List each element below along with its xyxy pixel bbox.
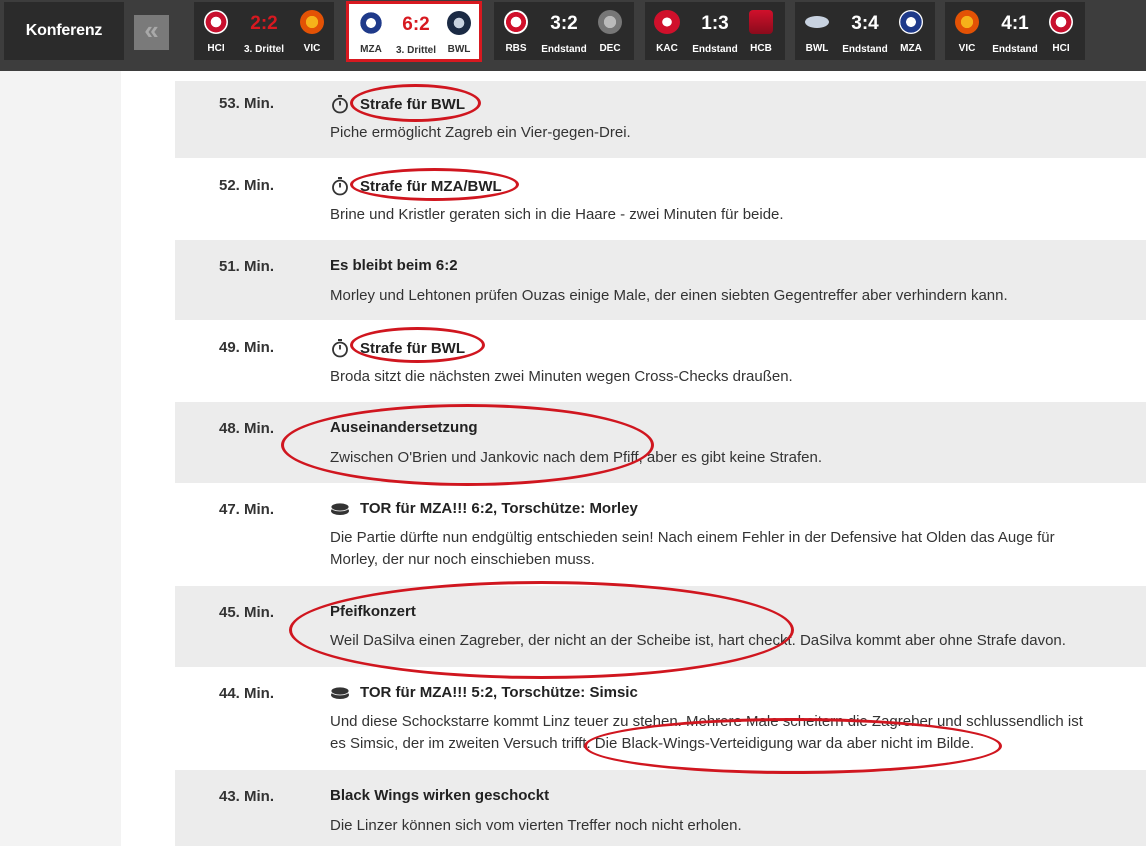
entry-headline-row: Black Wings wirken geschockt xyxy=(330,787,549,804)
entry-headline: Es bleibt beim 6:2 xyxy=(330,257,458,274)
game-status: Endstand xyxy=(992,44,1038,55)
puck-icon xyxy=(330,686,350,700)
entry-headline: Pfeifkonzert xyxy=(330,603,416,620)
ticker-entry: 44. Min. TOR für MZA!!! 5:2, Torschütze:… xyxy=(175,667,1146,770)
team-logo-icon xyxy=(204,10,228,34)
game-status: Endstand xyxy=(692,44,738,55)
entry-headline: Black Wings wirken geschockt xyxy=(330,787,550,804)
game-tile-5[interactable]: 4:1 VIC Endstand HCI xyxy=(945,2,1085,60)
game-tile-4[interactable]: 3:4 BWL Endstand MZA xyxy=(795,2,935,60)
konferenz-button[interactable]: Konferenz xyxy=(4,2,124,60)
ticker-entry: 43. Min. Black Wings wirken geschockt Di… xyxy=(175,770,1146,846)
entry-headline-row: Strafe für BWL xyxy=(330,94,465,114)
entry-text: Die Partie dürfte nun endgültig entschie… xyxy=(330,529,1055,568)
prev-arrow-button[interactable]: « xyxy=(134,15,169,50)
team-logo-icon xyxy=(749,10,773,34)
entry-minute: 45. Min. xyxy=(219,604,275,621)
game-tile-1-active[interactable]: 6:2 MZA 3. Drittel BWL xyxy=(346,1,482,62)
entry-text: Zwischen O'Brien und Jankovic nach dem P… xyxy=(330,449,823,466)
entry-minute: 44. Min. xyxy=(219,685,275,702)
team-logo-icon xyxy=(1049,10,1073,34)
game-score: 1:3 xyxy=(701,13,729,34)
liveticker-feed: 53. Min. Strafe für BWL Piche ermöglicht… xyxy=(121,71,1146,846)
entry-minute: 53. Min. xyxy=(219,95,275,112)
team-logo-icon xyxy=(955,10,979,34)
away-team-abbr: BWL xyxy=(447,44,471,55)
game-score: 3:2 xyxy=(550,13,578,34)
entry-headline: Auseinandersetzung xyxy=(330,419,478,436)
entry-minute: 52. Min. xyxy=(219,177,275,194)
game-tile-3[interactable]: 1:3 KAC Endstand HCB xyxy=(645,2,785,60)
game-tile-2[interactable]: 3:2 RBS Endstand DEC xyxy=(494,2,634,60)
team-logo-icon xyxy=(359,11,383,35)
away-team-abbr: HCI xyxy=(1052,43,1070,54)
entry-text: Brine und Kristler geraten sich in die H… xyxy=(330,206,784,223)
game-status: Endstand xyxy=(842,44,888,55)
entry-minute: 48. Min. xyxy=(219,420,275,437)
entry-headline: Strafe für MZA/BWL xyxy=(360,177,502,195)
away-team-abbr: MZA xyxy=(900,43,922,54)
entry-headline: Strafe für BWL xyxy=(360,339,465,357)
ticker-entry: 49. Min. Strafe für BWL Broda sitzt die … xyxy=(175,320,1146,402)
game-score: 4:1 xyxy=(1001,13,1029,34)
entry-headline-row: Strafe für MZA/BWL xyxy=(330,176,502,196)
team-logo-icon xyxy=(654,10,680,34)
entry-minute: 51. Min. xyxy=(219,258,275,275)
team-logo-icon xyxy=(504,10,528,34)
entry-minute: 49. Min. xyxy=(219,339,275,356)
entry-text: Morley und Lehtonen prüfen Ouzas einige … xyxy=(330,287,1008,304)
away-team-abbr: DEC xyxy=(599,43,621,54)
game-score: 6:2 xyxy=(402,14,430,35)
ticker-entry: 51. Min. Es bleibt beim 6:2 Morley und L… xyxy=(175,240,1146,320)
puck-icon xyxy=(330,502,350,516)
game-status: 3. Drittel xyxy=(243,44,284,55)
team-logo-icon xyxy=(805,16,829,28)
entry-text: Und diese Schockstarre kommt Linz teuer … xyxy=(330,713,1083,752)
ticker-entry: 52. Min. Strafe für MZA/BWL Brine und Kr… xyxy=(175,158,1146,240)
entry-text: Piche ermöglicht Zagreb ein Vier-gegen-D… xyxy=(330,124,631,141)
game-status: Endstand xyxy=(541,44,587,55)
entry-text: Broda sitzt die nächsten zwei Minuten we… xyxy=(330,368,793,385)
team-logo-icon xyxy=(598,10,622,34)
stopwatch-icon xyxy=(330,94,350,114)
team-logo-icon xyxy=(899,10,923,34)
ticker-entry: 45. Min. Pfeifkonzert Weil DaSilva einen… xyxy=(175,586,1146,667)
stopwatch-icon xyxy=(330,176,350,196)
entry-headline-row: TOR für MZA!!! 5:2, Torschütze: Simsic xyxy=(330,684,638,701)
away-team-abbr: HCB xyxy=(750,43,772,54)
scoreboard-bar: Konferenz « 2:2 HCI 3. Drittel VIC 6:2 M… xyxy=(0,0,1146,71)
ticker-entry: 48. Min. Auseinandersetzung Zwischen O'B… xyxy=(175,402,1146,483)
entry-minute: 47. Min. xyxy=(219,501,275,518)
game-score: 3:4 xyxy=(851,13,879,34)
entry-headline-row: Strafe für BWL xyxy=(330,338,465,358)
entry-headline: TOR für MZA!!! 5:2, Torschütze: Simsic xyxy=(360,684,638,701)
game-score: 2:2 xyxy=(250,13,278,34)
ticker-entry: 53. Min. Strafe für BWL Piche ermöglicht… xyxy=(175,81,1146,158)
entry-headline: TOR für MZA!!! 6:2, Torschütze: Morley xyxy=(360,500,638,517)
entry-headline: Strafe für BWL xyxy=(360,95,465,113)
entry-minute: 43. Min. xyxy=(219,788,275,805)
away-team-abbr: VIC xyxy=(303,43,321,54)
stopwatch-icon xyxy=(330,338,350,358)
game-tile-0[interactable]: 2:2 HCI 3. Drittel VIC xyxy=(194,2,334,60)
entry-headline-row: TOR für MZA!!! 6:2, Torschütze: Morley xyxy=(330,500,638,517)
team-logo-icon xyxy=(447,11,471,35)
ticker-entry: 47. Min. TOR für MZA!!! 6:2, Torschütze:… xyxy=(175,483,1146,586)
entry-text: Weil DaSilva einen Zagreber, der nicht a… xyxy=(330,632,1066,649)
entry-headline-row: Auseinandersetzung xyxy=(330,419,478,436)
team-logo-icon xyxy=(300,10,324,34)
entry-text: Die Linzer können sich vom vierten Treff… xyxy=(330,817,742,834)
entry-headline-row: Es bleibt beim 6:2 xyxy=(330,257,458,274)
entry-headline-row: Pfeifkonzert xyxy=(330,603,416,620)
